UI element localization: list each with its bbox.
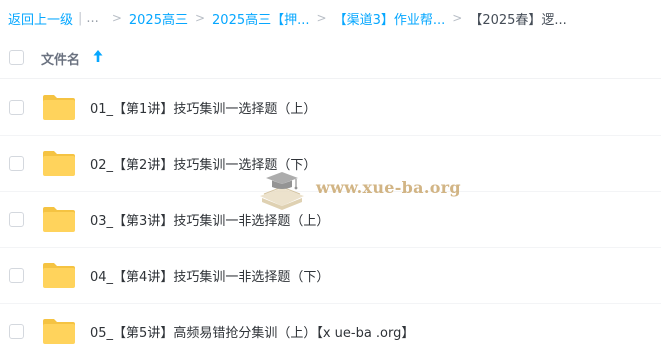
list-item[interactable]: 05_【第5讲】高频易错抢分集训（上）【x ue-ba .org】	[0, 303, 661, 354]
chevron-right-icon: >	[452, 11, 463, 25]
watermark-text: www.xue-ba.org	[316, 178, 461, 197]
breadcrumb-item[interactable]: 【渠道3】作业帮...	[334, 9, 446, 28]
folder-icon	[43, 207, 75, 232]
row-checkbox[interactable]	[9, 100, 24, 115]
file-name[interactable]: 05_【第5讲】高频易错抢分集训（上）【x ue-ba .org】	[90, 322, 414, 341]
breadcrumb-current: 【2025春】逻...	[469, 12, 567, 28]
breadcrumb: 返回上一级 | ... > 2025高三 > 2025高三【押... > 【渠道…	[0, 0, 661, 36]
file-name[interactable]: 04_【第4讲】技巧集训一非选择题（下）	[90, 266, 329, 285]
folder-icon	[43, 263, 75, 288]
file-name[interactable]: 03_【第3讲】技巧集训一非选择题（上）	[90, 210, 329, 229]
sort-ascending-arrow-icon[interactable]	[92, 47, 104, 65]
chevron-right-icon: >	[111, 11, 122, 25]
row-checkbox[interactable]	[9, 212, 24, 227]
row-checkbox[interactable]	[9, 268, 24, 283]
row-checkbox[interactable]	[9, 324, 24, 339]
list-item[interactable]: 04_【第4讲】技巧集训一非选择题（下）	[0, 247, 661, 304]
breadcrumb-divider: |	[78, 10, 83, 26]
folder-icon	[43, 319, 75, 344]
chevron-right-icon: >	[316, 11, 327, 25]
filename-column-header[interactable]: 文件名	[41, 49, 80, 68]
folder-icon	[43, 95, 75, 120]
watermark: www.xue-ba.org	[256, 168, 476, 212]
row-checkbox[interactable]	[9, 156, 24, 171]
list-item[interactable]: 01_【第1讲】技巧集训一选择题（上）	[0, 79, 661, 136]
back-link[interactable]: 返回上一级	[8, 9, 73, 28]
breadcrumb-ellipsis[interactable]: ...	[86, 11, 98, 26]
chevron-right-icon: >	[194, 11, 206, 25]
file-browser: 返回上一级 | ... > 2025高三 > 2025高三【押... > 【渠道…	[0, 0, 661, 354]
graduation-cap-book-icon	[260, 172, 304, 210]
file-name[interactable]: 01_【第1讲】技巧集训一选择题（上）	[90, 98, 316, 117]
folder-icon	[43, 151, 75, 176]
breadcrumb-item[interactable]: 2025高三	[129, 9, 188, 28]
breadcrumb-item[interactable]: 2025高三【押...	[212, 9, 309, 28]
list-header: 文件名	[0, 38, 661, 79]
select-all-checkbox[interactable]	[9, 50, 24, 65]
